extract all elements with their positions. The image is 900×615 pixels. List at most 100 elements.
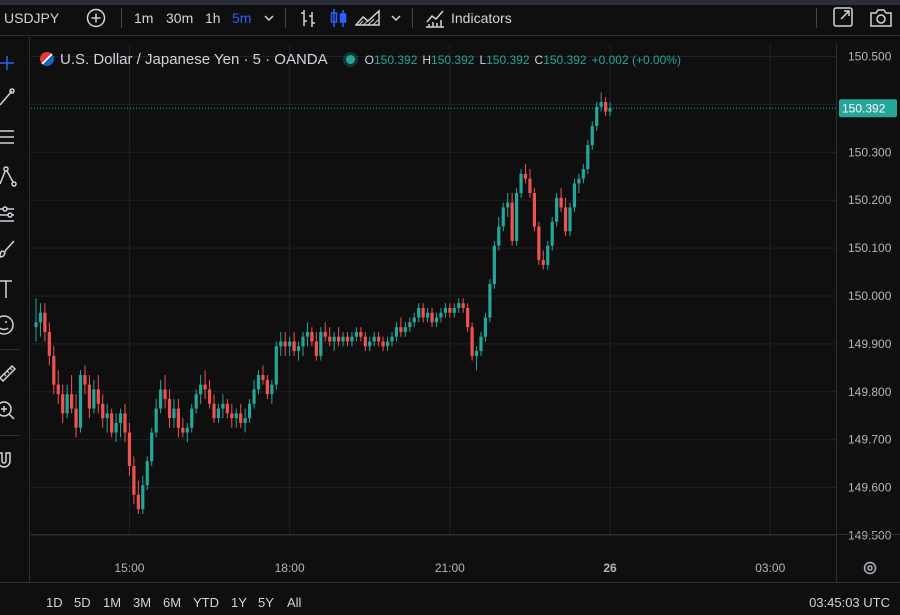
text-icon[interactable] xyxy=(0,277,22,301)
candle-body xyxy=(279,341,283,347)
trend-line-icon[interactable] xyxy=(0,85,22,109)
candle-body xyxy=(239,413,243,423)
camera-icon[interactable] xyxy=(869,7,893,27)
candle-body xyxy=(283,341,287,347)
utc-clock[interactable]: 03:45:03 UTC xyxy=(809,595,890,610)
legend-open-value: 150.392 xyxy=(373,53,418,67)
interval-5m[interactable]: 5m xyxy=(232,8,251,28)
indicators-button[interactable]: Indicators xyxy=(451,8,512,28)
brush-icon[interactable] xyxy=(0,237,22,261)
candle-body xyxy=(323,331,327,337)
candle-body xyxy=(394,327,399,337)
plus-circle-icon[interactable] xyxy=(85,7,107,28)
candle-body xyxy=(390,336,394,342)
candle-body xyxy=(430,312,434,323)
indicators-icon[interactable] xyxy=(424,7,446,28)
candle-body xyxy=(328,336,332,342)
candle-body xyxy=(461,303,465,308)
y-tick-label: 149.500 xyxy=(848,529,892,543)
candle-body xyxy=(110,413,114,433)
candle-body xyxy=(510,202,514,241)
toolbar-divider xyxy=(0,349,20,350)
candle-body xyxy=(586,145,590,170)
range-3m[interactable]: 3M xyxy=(133,595,151,610)
candle-body xyxy=(528,178,532,194)
candle-body xyxy=(70,394,74,409)
settings-icon[interactable] xyxy=(863,561,877,575)
candle-body xyxy=(372,336,376,342)
chart-legend: U.S. Dollar / Japanese Yen · 5 · OANDA O1… xyxy=(40,50,686,70)
range-all[interactable]: All xyxy=(287,595,301,610)
candle-body xyxy=(265,379,269,395)
legend-high-label: H xyxy=(422,53,432,67)
chart-pane[interactable]: 150.500150.400150.300150.200150.100150.0… xyxy=(31,44,900,582)
candlestick-chart[interactable]: 150.500150.400150.300150.200150.100150.0… xyxy=(31,44,900,582)
candle-body xyxy=(479,336,483,352)
candle-body xyxy=(345,336,350,342)
bar-style-icon[interactable] xyxy=(297,7,319,27)
range-5d[interactable]: 5D xyxy=(74,595,91,610)
candle-body xyxy=(452,307,456,313)
candle-body xyxy=(234,413,238,419)
toolbar-divider xyxy=(285,8,286,28)
interval-1m[interactable]: 1m xyxy=(134,8,153,28)
range-5y[interactable]: 5Y xyxy=(258,595,274,610)
candle-body xyxy=(216,408,221,419)
candles-icon[interactable] xyxy=(327,7,349,27)
range-ytd[interactable]: YTD xyxy=(193,595,219,610)
candle-body xyxy=(154,408,158,433)
ruler-icon[interactable] xyxy=(0,360,22,384)
candle-body xyxy=(296,346,301,352)
y-tick-label: 150.500 xyxy=(848,50,892,64)
candle-body xyxy=(443,307,447,313)
emoji-icon[interactable] xyxy=(0,313,22,337)
candle-body xyxy=(563,207,568,232)
fib-retracement-icon[interactable] xyxy=(0,125,22,149)
candle-body xyxy=(541,260,545,265)
y-tick-label: 150.300 xyxy=(848,145,892,159)
candle-body xyxy=(114,422,118,433)
legend-high-value: 150.392 xyxy=(431,53,475,67)
range-1d[interactable]: 1D xyxy=(46,595,63,610)
area-style-icon[interactable] xyxy=(355,7,381,27)
pattern-icon[interactable] xyxy=(0,164,22,188)
candle-body xyxy=(225,403,229,414)
zoom-icon[interactable] xyxy=(0,399,22,423)
candle-body xyxy=(483,317,488,337)
candle-body xyxy=(185,427,189,433)
legend-title[interactable]: U.S. Dollar / Japanese Yen · 5 · OANDA xyxy=(60,51,328,68)
candle-body xyxy=(523,173,528,179)
candle-body xyxy=(532,193,536,227)
candle-body xyxy=(123,413,127,433)
magnet-icon[interactable] xyxy=(0,447,22,471)
x-tick-label: 03:00 xyxy=(755,561,785,575)
candle-body xyxy=(261,375,265,380)
range-1m[interactable]: 1M xyxy=(103,595,121,610)
top-toolbar: USDJPY 1m 30m 1h 5m Indicators xyxy=(0,0,900,36)
candle-body xyxy=(537,226,541,261)
candle-body xyxy=(421,307,425,318)
symbol-search[interactable]: USDJPY xyxy=(4,8,59,28)
candle-body xyxy=(34,322,38,328)
range-1y[interactable]: 1Y xyxy=(231,595,247,610)
market-status-icon[interactable] xyxy=(345,55,355,64)
candle-body xyxy=(221,403,225,409)
range-6m[interactable]: 6M xyxy=(163,595,181,610)
candle-body xyxy=(190,408,194,428)
toolbar-divider xyxy=(412,8,413,28)
chevron-down-icon[interactable] xyxy=(262,9,276,29)
fullscreen-icon[interactable] xyxy=(832,6,854,27)
legend-open-label: O xyxy=(364,53,374,67)
interval-1h[interactable]: 1h xyxy=(205,8,221,28)
forecast-icon[interactable] xyxy=(0,202,22,226)
x-tick-label: 18:00 xyxy=(275,561,305,575)
chevron-down-icon[interactable] xyxy=(389,9,403,29)
candle-body xyxy=(256,375,261,390)
candle-body xyxy=(497,226,501,246)
candle-body xyxy=(506,202,510,208)
candle-body xyxy=(457,303,461,308)
crosshair-icon[interactable] xyxy=(0,51,22,75)
interval-30m[interactable]: 30m xyxy=(166,8,193,28)
candle-body xyxy=(136,494,140,510)
candle-body xyxy=(604,102,608,112)
